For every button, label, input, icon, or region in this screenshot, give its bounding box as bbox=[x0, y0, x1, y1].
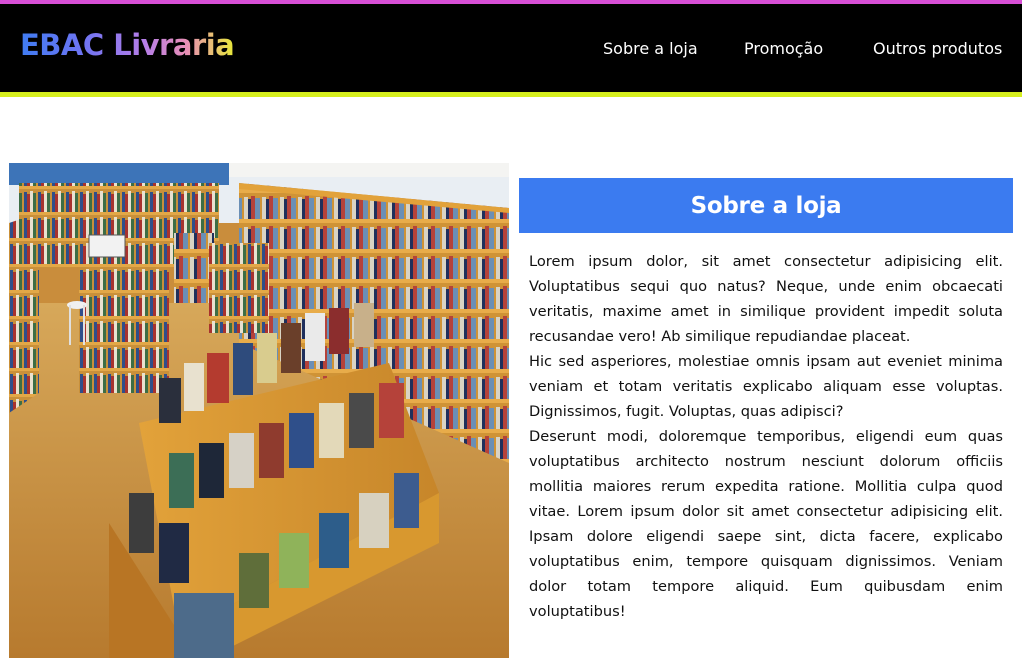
bookstore-photo bbox=[9, 163, 509, 658]
nav-link-promocao[interactable]: Promoção bbox=[744, 39, 823, 58]
about-text: Lorem ipsum dolor, sit amet consectetur … bbox=[529, 249, 1003, 624]
navbar: EBAC Livraria Sobre a loja Promoção Outr… bbox=[0, 4, 1022, 92]
bookstore-photo-illustration bbox=[9, 163, 509, 658]
about-paragraph: Hic sed asperiores, molestiae omnis ipsa… bbox=[529, 353, 1003, 420]
about-paragraph: Deserunt modi, doloremque temporibus, el… bbox=[529, 428, 1003, 620]
logo[interactable]: EBAC Livraria bbox=[20, 28, 235, 62]
nav-link-sobre-a-loja[interactable]: Sobre a loja bbox=[603, 39, 698, 58]
section-title: Sobre a loja bbox=[519, 178, 1013, 233]
nav-link-outros-produtos[interactable]: Outros produtos bbox=[873, 39, 1002, 58]
navbar-bottom-stripe bbox=[0, 92, 1022, 97]
about-paragraph: Lorem ipsum dolor, sit amet consectetur … bbox=[529, 253, 1003, 345]
